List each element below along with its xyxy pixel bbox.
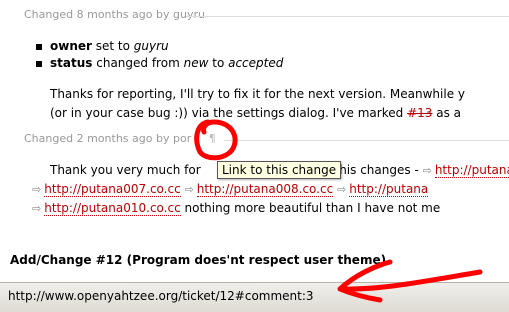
external-link[interactable]: http://putana008.co.cc	[196, 182, 334, 197]
permalink-anchor[interactable]: ¶	[209, 132, 216, 145]
to-word: to	[212, 56, 225, 70]
permalink-tooltip: Link to this change	[217, 161, 342, 179]
change-item-status: status changed from new to accepted	[36, 56, 283, 73]
external-link[interactable]: http://putana006.c	[434, 163, 509, 178]
external-link[interactable]: http://putana	[349, 182, 429, 197]
comment-age[interactable]: 8 months ago	[77, 8, 153, 21]
new-value: guyru	[133, 39, 169, 53]
ticket-page: Changed 8 months ago by guyru owner set …	[0, 0, 509, 282]
status-url: http://www.openyahtzee.org/ticket/12#com…	[8, 289, 314, 303]
comment-text-fragment: this changes -	[334, 163, 419, 177]
comment-text-fragment: (or in your case bug :)) via the setting…	[50, 106, 404, 120]
comment-line: ⇨ http://putana010.co.cc nothing more bea…	[32, 199, 509, 218]
new-value: accepted	[228, 56, 284, 70]
comment-header-1: Changed 8 months ago by guyru	[24, 8, 509, 21]
by-label: by	[156, 8, 170, 21]
changed-label: Changed	[24, 132, 74, 145]
comment-text-fragment: Thank you very much for	[50, 163, 201, 177]
field-name: owner	[50, 39, 92, 53]
external-link-icon: ⇨	[337, 183, 347, 196]
header-divider	[224, 140, 509, 141]
changed-label: Changed	[24, 8, 74, 21]
external-link-icon: ⇨	[32, 183, 42, 196]
comment-author: guyru	[173, 8, 205, 21]
comment-text-1: Thanks for reporting, I'll try to fix it…	[50, 85, 465, 123]
change-item-owner: owner set to guyru	[36, 39, 283, 56]
next-section-title: Add/Change #12 (Program does'nt respect …	[10, 253, 387, 267]
comment-line: (or in your case bug :)) via the setting…	[50, 104, 465, 123]
external-link-icon: ⇨	[32, 202, 42, 215]
bullet-icon	[36, 61, 42, 67]
change-verb: changed from	[96, 56, 180, 70]
external-link-icon: ⇨	[184, 183, 194, 196]
change-verb: set to	[95, 39, 130, 53]
comment-age[interactable]: 2 months ago	[77, 132, 153, 145]
comment-text-fragment: nothing more beautiful than I have not m…	[184, 201, 441, 215]
comment-text-fragment: as a	[436, 106, 462, 120]
old-value: new	[183, 56, 209, 70]
external-link[interactable]: http://putana010.co.cc	[44, 201, 181, 216]
by-label: by	[156, 132, 170, 145]
field-name: status	[50, 56, 93, 70]
ticket-link-13[interactable]: #13	[407, 106, 432, 120]
external-link-icon: ⇨	[422, 164, 432, 177]
comment-header-2: Changed 2 months ago by por ¶	[24, 132, 509, 145]
external-link[interactable]: http://putana007.co.cc	[44, 182, 181, 197]
header-divider	[186, 16, 509, 17]
status-bar: http://www.openyahtzee.org/ticket/12#com…	[0, 282, 509, 312]
comment-line: ⇨ http://putana007.co.cc ⇨ http://putana00…	[32, 180, 509, 199]
comment-author: por	[173, 132, 192, 145]
bullet-icon	[36, 44, 42, 50]
comment-line: Thanks for reporting, I'll try to fix it…	[50, 87, 466, 101]
change-list: owner set to guyru status changed from n…	[36, 39, 283, 73]
